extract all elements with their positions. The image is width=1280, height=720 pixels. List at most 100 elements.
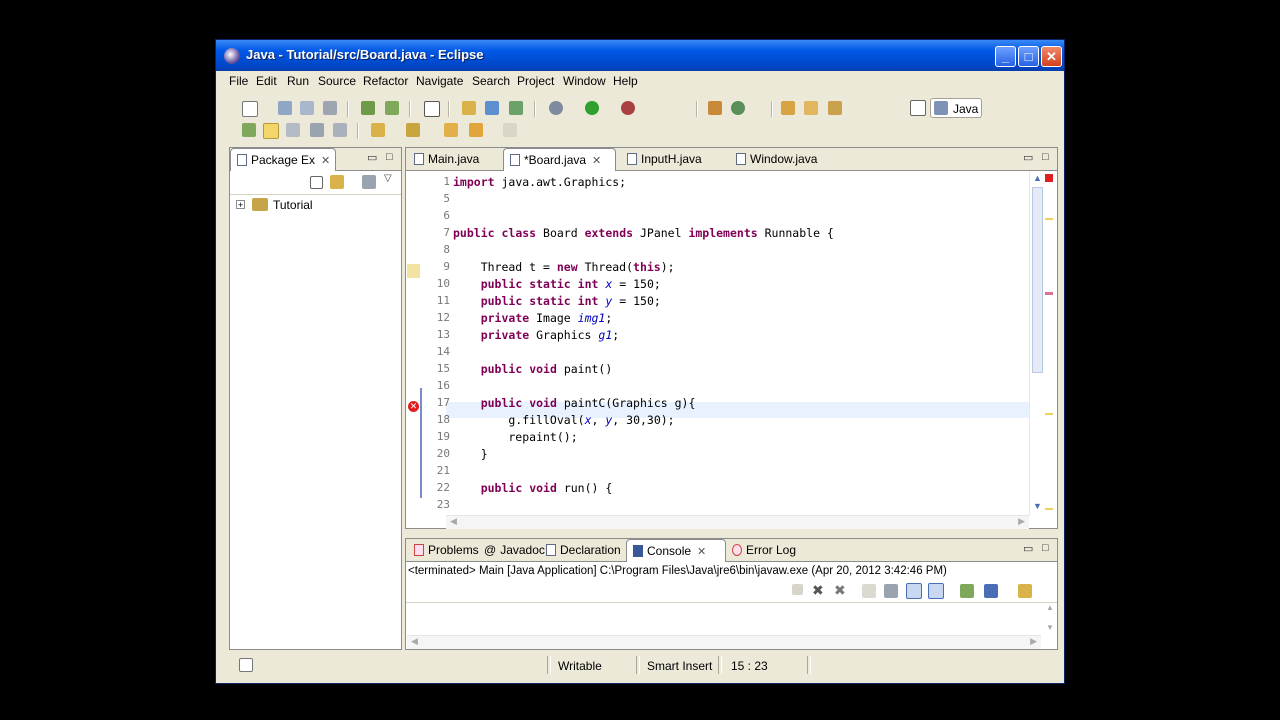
back-icon[interactable] bbox=[469, 123, 483, 137]
code-line[interactable]: public static int x = 150; bbox=[453, 277, 661, 291]
open-folder-icon[interactable] bbox=[781, 101, 795, 115]
collapse-all-icon[interactable] bbox=[310, 176, 323, 189]
scroll-up-icon[interactable]: ▲ bbox=[1046, 603, 1054, 612]
warning-overview-marker[interactable] bbox=[1045, 218, 1053, 220]
code-line[interactable]: Thread t = new Thread(this); bbox=[453, 260, 675, 274]
tab-declaration[interactable]: Declaration bbox=[540, 539, 630, 561]
code-line[interactable]: public void paint() bbox=[453, 362, 613, 376]
next-edit-icon[interactable] bbox=[371, 123, 385, 137]
code-line[interactable]: public static int y = 150; bbox=[453, 294, 661, 308]
scroll-down-icon[interactable]: ▼ bbox=[1033, 501, 1042, 511]
maximize-button[interactable]: □ bbox=[1018, 46, 1039, 67]
menu-search[interactable]: Search bbox=[472, 74, 510, 88]
show-whitespace-icon[interactable] bbox=[333, 123, 347, 137]
save-all-icon[interactable] bbox=[300, 101, 314, 115]
tab-package-explorer[interactable]: Package Ex ✕ bbox=[230, 148, 336, 171]
maximize-view-icon[interactable]: □ bbox=[386, 151, 393, 163]
forward-icon[interactable] bbox=[503, 123, 517, 137]
code-line[interactable]: g.fillOval(x, y, 30,30); bbox=[453, 413, 674, 427]
menu-file[interactable]: File bbox=[229, 74, 248, 88]
tab-console[interactable]: Console ✕ bbox=[626, 539, 726, 562]
maximize-view-icon[interactable]: □ bbox=[1042, 151, 1049, 163]
menu-run[interactable]: Run bbox=[287, 74, 309, 88]
clear-console-icon[interactable] bbox=[862, 584, 876, 598]
minimize-view-icon[interactable]: ▭ bbox=[367, 151, 377, 164]
code-line[interactable]: repaint(); bbox=[453, 430, 577, 444]
minimize-view-icon[interactable]: ▭ bbox=[1023, 151, 1033, 164]
external-tools-icon[interactable] bbox=[621, 101, 635, 115]
warning-overview-marker[interactable] bbox=[1045, 508, 1053, 510]
override-marker-icon[interactable] bbox=[407, 264, 420, 278]
scroll-up-icon[interactable]: ▲ bbox=[1033, 173, 1042, 183]
title-bar[interactable]: Java - Tutorial/src/Board.java - Eclipse… bbox=[216, 40, 1064, 71]
toggle-mark-icon[interactable] bbox=[286, 123, 300, 137]
print-icon[interactable] bbox=[323, 101, 337, 115]
minimize-view-icon[interactable]: ▭ bbox=[1023, 542, 1033, 555]
menu-project[interactable]: Project bbox=[517, 74, 554, 88]
block-selection-icon[interactable] bbox=[310, 123, 324, 137]
link-editor-icon[interactable] bbox=[330, 175, 344, 189]
menu-edit[interactable]: Edit bbox=[256, 74, 277, 88]
scroll-right-icon[interactable]: ▶ bbox=[1018, 516, 1025, 527]
display-console-icon[interactable] bbox=[984, 584, 998, 598]
fast-view-icon[interactable] bbox=[239, 658, 253, 672]
editor-vertical-scrollbar[interactable]: ▲ ▼ bbox=[1029, 171, 1045, 516]
console-horizontal-scrollbar[interactable]: ◀ ▶ bbox=[407, 635, 1041, 649]
tab-window-java[interactable]: Window.java bbox=[730, 148, 840, 170]
open-type-icon[interactable] bbox=[462, 101, 476, 115]
code-line[interactable]: public class Board extends JPanel implem… bbox=[453, 226, 834, 240]
close-icon[interactable]: ✕ bbox=[321, 154, 330, 167]
new-package-icon[interactable] bbox=[485, 101, 499, 115]
console-vertical-scrollbar[interactable]: ▲ ▼ bbox=[1044, 603, 1056, 635]
code-line[interactable]: private Graphics g1; bbox=[453, 328, 620, 342]
build-icon[interactable] bbox=[361, 101, 375, 115]
tab-error-log[interactable]: Error Log bbox=[726, 539, 806, 561]
scroll-left-icon[interactable]: ◀ bbox=[411, 636, 418, 647]
new-icon[interactable] bbox=[242, 101, 258, 117]
search-tool-icon[interactable] bbox=[828, 101, 842, 115]
open-perspective-icon[interactable] bbox=[910, 100, 926, 116]
menu-source[interactable]: Source bbox=[318, 74, 356, 88]
error-icon[interactable]: ✕ bbox=[408, 401, 419, 412]
error-overview-marker[interactable] bbox=[1045, 292, 1053, 295]
open-file-icon[interactable] bbox=[804, 101, 818, 115]
perspective-java[interactable]: Java bbox=[930, 98, 982, 118]
checkbox-tool-icon[interactable] bbox=[424, 101, 440, 117]
last-edit-location-icon[interactable] bbox=[444, 123, 458, 137]
remove-all-icon[interactable]: ✖ bbox=[834, 583, 848, 597]
scroll-down-icon[interactable]: ▼ bbox=[1046, 623, 1054, 632]
remove-launch-icon[interactable]: ✖ bbox=[812, 583, 826, 597]
code-line[interactable]: import java.awt.Graphics; bbox=[453, 175, 626, 189]
close-button[interactable]: ✕ bbox=[1041, 46, 1062, 67]
close-icon[interactable]: ✕ bbox=[592, 154, 601, 167]
warning-overview-marker[interactable] bbox=[1045, 413, 1053, 415]
highlight-icon[interactable] bbox=[263, 123, 279, 139]
scroll-right-icon[interactable]: ▶ bbox=[1030, 636, 1037, 647]
chevron-down-icon[interactable]: ▽ bbox=[384, 173, 392, 184]
run-icon[interactable] bbox=[585, 101, 599, 115]
menu-refactor[interactable]: Refactor bbox=[363, 74, 408, 88]
debug-icon[interactable] bbox=[549, 101, 563, 115]
build-all-icon[interactable] bbox=[385, 101, 399, 115]
pin-console-icon[interactable] bbox=[960, 584, 974, 598]
new-class-icon[interactable] bbox=[509, 101, 523, 115]
show-stderr-icon[interactable] bbox=[928, 583, 944, 599]
code-area[interactable]: 1 import java.awt.Graphics; 5 6 7 public clas… bbox=[420, 171, 1028, 516]
tab-problems[interactable]: Problems bbox=[408, 539, 480, 561]
menu-navigate[interactable]: Navigate bbox=[416, 74, 463, 88]
team-icon[interactable] bbox=[708, 101, 722, 115]
scroll-lock-icon[interactable] bbox=[884, 584, 898, 598]
error-overview-marker[interactable] bbox=[1045, 174, 1053, 182]
editor-horizontal-scrollbar[interactable]: ◀ ▶ bbox=[446, 515, 1029, 529]
code-line[interactable]: public void run() { bbox=[453, 481, 613, 495]
open-console-icon[interactable] bbox=[1018, 584, 1032, 598]
close-icon[interactable]: ✕ bbox=[697, 545, 706, 558]
minimize-button[interactable]: _ bbox=[995, 46, 1016, 67]
tab-inputh-java[interactable]: InputH.java bbox=[621, 148, 733, 170]
code-line[interactable]: } bbox=[453, 447, 488, 461]
menu-help[interactable]: Help bbox=[613, 74, 638, 88]
save-icon[interactable] bbox=[278, 101, 292, 115]
refresh-icon[interactable] bbox=[731, 101, 745, 115]
maximize-view-icon[interactable]: □ bbox=[1042, 542, 1049, 554]
code-line[interactable]: private Image img1; bbox=[453, 311, 613, 325]
